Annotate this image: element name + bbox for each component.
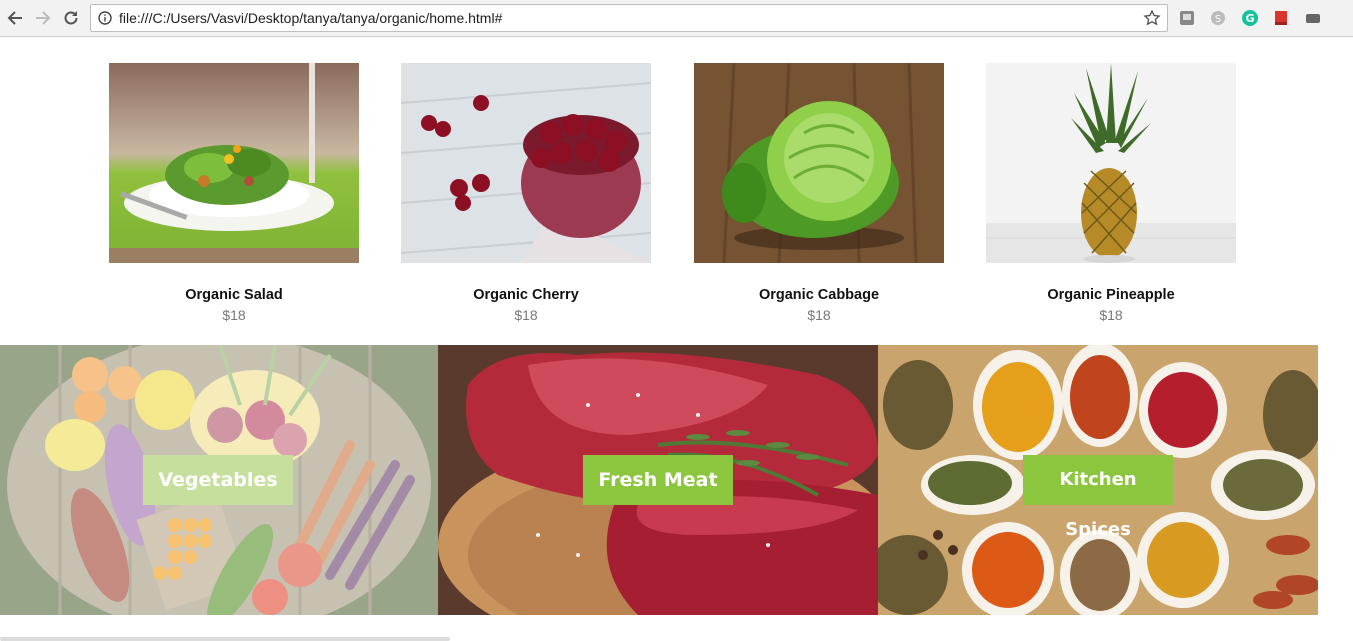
kitchen-spices-button[interactable]: Kitchen Spices — [1023, 455, 1173, 540]
category-vegetables[interactable]: Vegetables — [0, 345, 438, 615]
product-card[interactable]: Organic Cherry $18 — [401, 63, 651, 323]
product-card[interactable]: Organic Cabbage $18 — [694, 63, 944, 323]
product-price: $18 — [807, 307, 831, 323]
vegetables-button[interactable]: Vegetables — [143, 455, 293, 505]
product-price: $18 — [1099, 307, 1123, 323]
fresh-meat-button[interactable]: Fresh Meat — [583, 455, 733, 505]
product-image-cabbage[interactable] — [694, 63, 944, 263]
skype-icon[interactable]: S — [1209, 9, 1227, 27]
ext-icon[interactable] — [1304, 9, 1322, 27]
forward-arrow-icon — [36, 11, 51, 25]
category-fresh-meat[interactable]: Fresh Meat — [438, 345, 878, 615]
pocket-icon[interactable] — [1178, 9, 1196, 27]
svg-text:S: S — [1215, 14, 1221, 25]
product-card[interactable]: Organic Pineapple $18 — [986, 63, 1236, 323]
product-name[interactable]: Organic Cabbage — [694, 287, 944, 303]
product-card[interactable]: Organic Salad $18 — [109, 63, 359, 323]
svg-text:G: G — [1245, 12, 1254, 25]
back-button[interactable] — [4, 7, 26, 29]
bookmark-icon[interactable] — [1272, 9, 1290, 27]
product-image-cherry[interactable] — [401, 63, 651, 263]
product-image-salad[interactable] — [109, 63, 359, 263]
star-icon[interactable] — [1143, 9, 1161, 27]
product-grid: Organic Salad $18 Organic Cherry $18 Org… — [0, 38, 1353, 344]
category-banners: Vegetables Fresh Meat Kitchen Spices — [0, 345, 1318, 615]
category-kitchen-spices[interactable]: Kitchen Spices — [878, 345, 1318, 615]
browser-toolbar: file:///C:/Users/Vasvi/Desktop/tanya/tan… — [0, 0, 1353, 37]
product-image-pineapple[interactable] — [986, 63, 1236, 263]
product-name[interactable]: Organic Salad — [109, 287, 359, 303]
grammarly-icon[interactable]: G — [1241, 9, 1259, 27]
product-name[interactable]: Organic Cherry — [401, 287, 651, 303]
address-bar[interactable]: file:///C:/Users/Vasvi/Desktop/tanya/tan… — [90, 4, 1168, 32]
url-text[interactable]: file:///C:/Users/Vasvi/Desktop/tanya/tan… — [119, 5, 502, 31]
back-arrow-icon — [7, 11, 22, 25]
product-name[interactable]: Organic Pineapple — [986, 287, 1236, 303]
product-price: $18 — [514, 307, 538, 323]
product-price: $18 — [222, 307, 246, 323]
reload-button[interactable] — [60, 7, 82, 29]
info-icon[interactable] — [98, 11, 112, 25]
horizontal-scrollbar[interactable] — [0, 637, 450, 641]
reload-icon — [64, 11, 78, 25]
forward-button[interactable] — [32, 7, 54, 29]
